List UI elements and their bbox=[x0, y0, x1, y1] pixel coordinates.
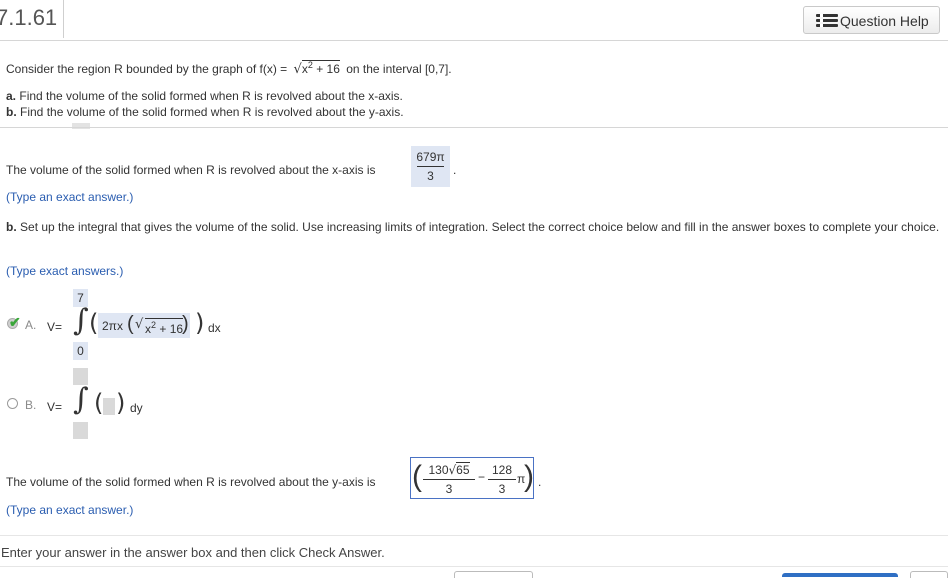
choice-a-integrand-box[interactable]: 2πx ( √ x2 + 16 ) bbox=[98, 313, 190, 338]
answer-a-period: . bbox=[453, 163, 457, 177]
answer-a-denominator: 3 bbox=[427, 169, 434, 183]
choice-a-label: A. bbox=[25, 318, 37, 332]
big-right-paren: ) bbox=[524, 460, 534, 493]
choice-b-radio[interactable] bbox=[7, 398, 18, 409]
question-number: 7.1.61 bbox=[0, 5, 58, 30]
header-divider bbox=[0, 40, 948, 41]
part-b-prompt: b. Find the volume of the solid formed w… bbox=[6, 105, 404, 119]
footer-instruction: Enter your answer in the answer box and … bbox=[1, 545, 385, 560]
part-b-setup: b. Set up the integral that gives the vo… bbox=[6, 220, 940, 234]
question-help-label: Question Help bbox=[840, 13, 929, 29]
answer-b-numerator-2: 128 bbox=[491, 463, 513, 477]
choice-b-dy: dy bbox=[130, 401, 143, 415]
integral-sign-icon: ∫ bbox=[73, 303, 89, 338]
integrand-radicand: x2 + 16 bbox=[145, 318, 184, 336]
inner-left-paren: ( bbox=[127, 313, 134, 335]
answer-a-hint: (Type an exact answer.) bbox=[6, 190, 134, 204]
left-paren: ( bbox=[89, 309, 99, 337]
footer-divider bbox=[0, 535, 948, 536]
answer-b-denominator-2: 3 bbox=[498, 482, 506, 496]
check-answer-button[interactable] bbox=[782, 573, 898, 577]
big-left-paren: ( bbox=[412, 460, 422, 493]
choice-b-v-eq: V= bbox=[47, 400, 63, 414]
right-paren-b: ) bbox=[116, 389, 126, 417]
question-help-button[interactable]: Question Help bbox=[803, 6, 940, 34]
choice-b-lower-limit[interactable] bbox=[73, 422, 88, 439]
answer-b-minus: − bbox=[478, 470, 486, 484]
left-paren-b: ( bbox=[94, 389, 104, 417]
answer-b-denominator-1: 3 bbox=[445, 482, 453, 496]
integral-sign-b-icon: ∫ bbox=[73, 382, 89, 417]
divider-handle[interactable] bbox=[72, 123, 90, 129]
choice-b-integrand-box[interactable] bbox=[103, 398, 115, 415]
sqrt-icon: √ bbox=[135, 317, 144, 332]
answer-b-numerator-1: 130√65 bbox=[428, 462, 470, 477]
choice-a-dx: dx bbox=[208, 321, 221, 335]
checkmark-icon: ✔ bbox=[9, 314, 21, 330]
choice-a-lower-limit[interactable]: 0 bbox=[73, 342, 88, 360]
problem-statement: Consider the region R bounded by the gra… bbox=[6, 60, 452, 77]
choice-a-v-eq: V= bbox=[47, 320, 63, 334]
answer-a-text: The volume of the solid formed when R is… bbox=[6, 163, 376, 177]
choice-b-label: B. bbox=[25, 398, 37, 412]
answer-b-hint: (Type an exact answer.) bbox=[6, 503, 134, 517]
answer-b-period: . bbox=[538, 475, 542, 489]
problem-divider bbox=[0, 127, 948, 128]
answer-b-box[interactable]: ( 130√65 3 − 128 3 π ) bbox=[410, 457, 534, 499]
part-b-hint: (Type exact answers.) bbox=[6, 264, 124, 278]
part-a-prompt: a. Find the volume of the solid formed w… bbox=[6, 89, 403, 103]
answer-a-numerator: 679π bbox=[416, 150, 445, 164]
integrand-coefficient: 2πx bbox=[102, 319, 123, 333]
inner-right-paren: ) bbox=[182, 313, 189, 335]
right-paren: ) bbox=[195, 309, 205, 337]
answer-a-box[interactable]: 679π 3 bbox=[411, 146, 450, 187]
answer-b-text: The volume of the solid formed when R is… bbox=[6, 475, 376, 489]
list-icon bbox=[816, 14, 838, 28]
footer-bottom-divider bbox=[0, 566, 948, 567]
